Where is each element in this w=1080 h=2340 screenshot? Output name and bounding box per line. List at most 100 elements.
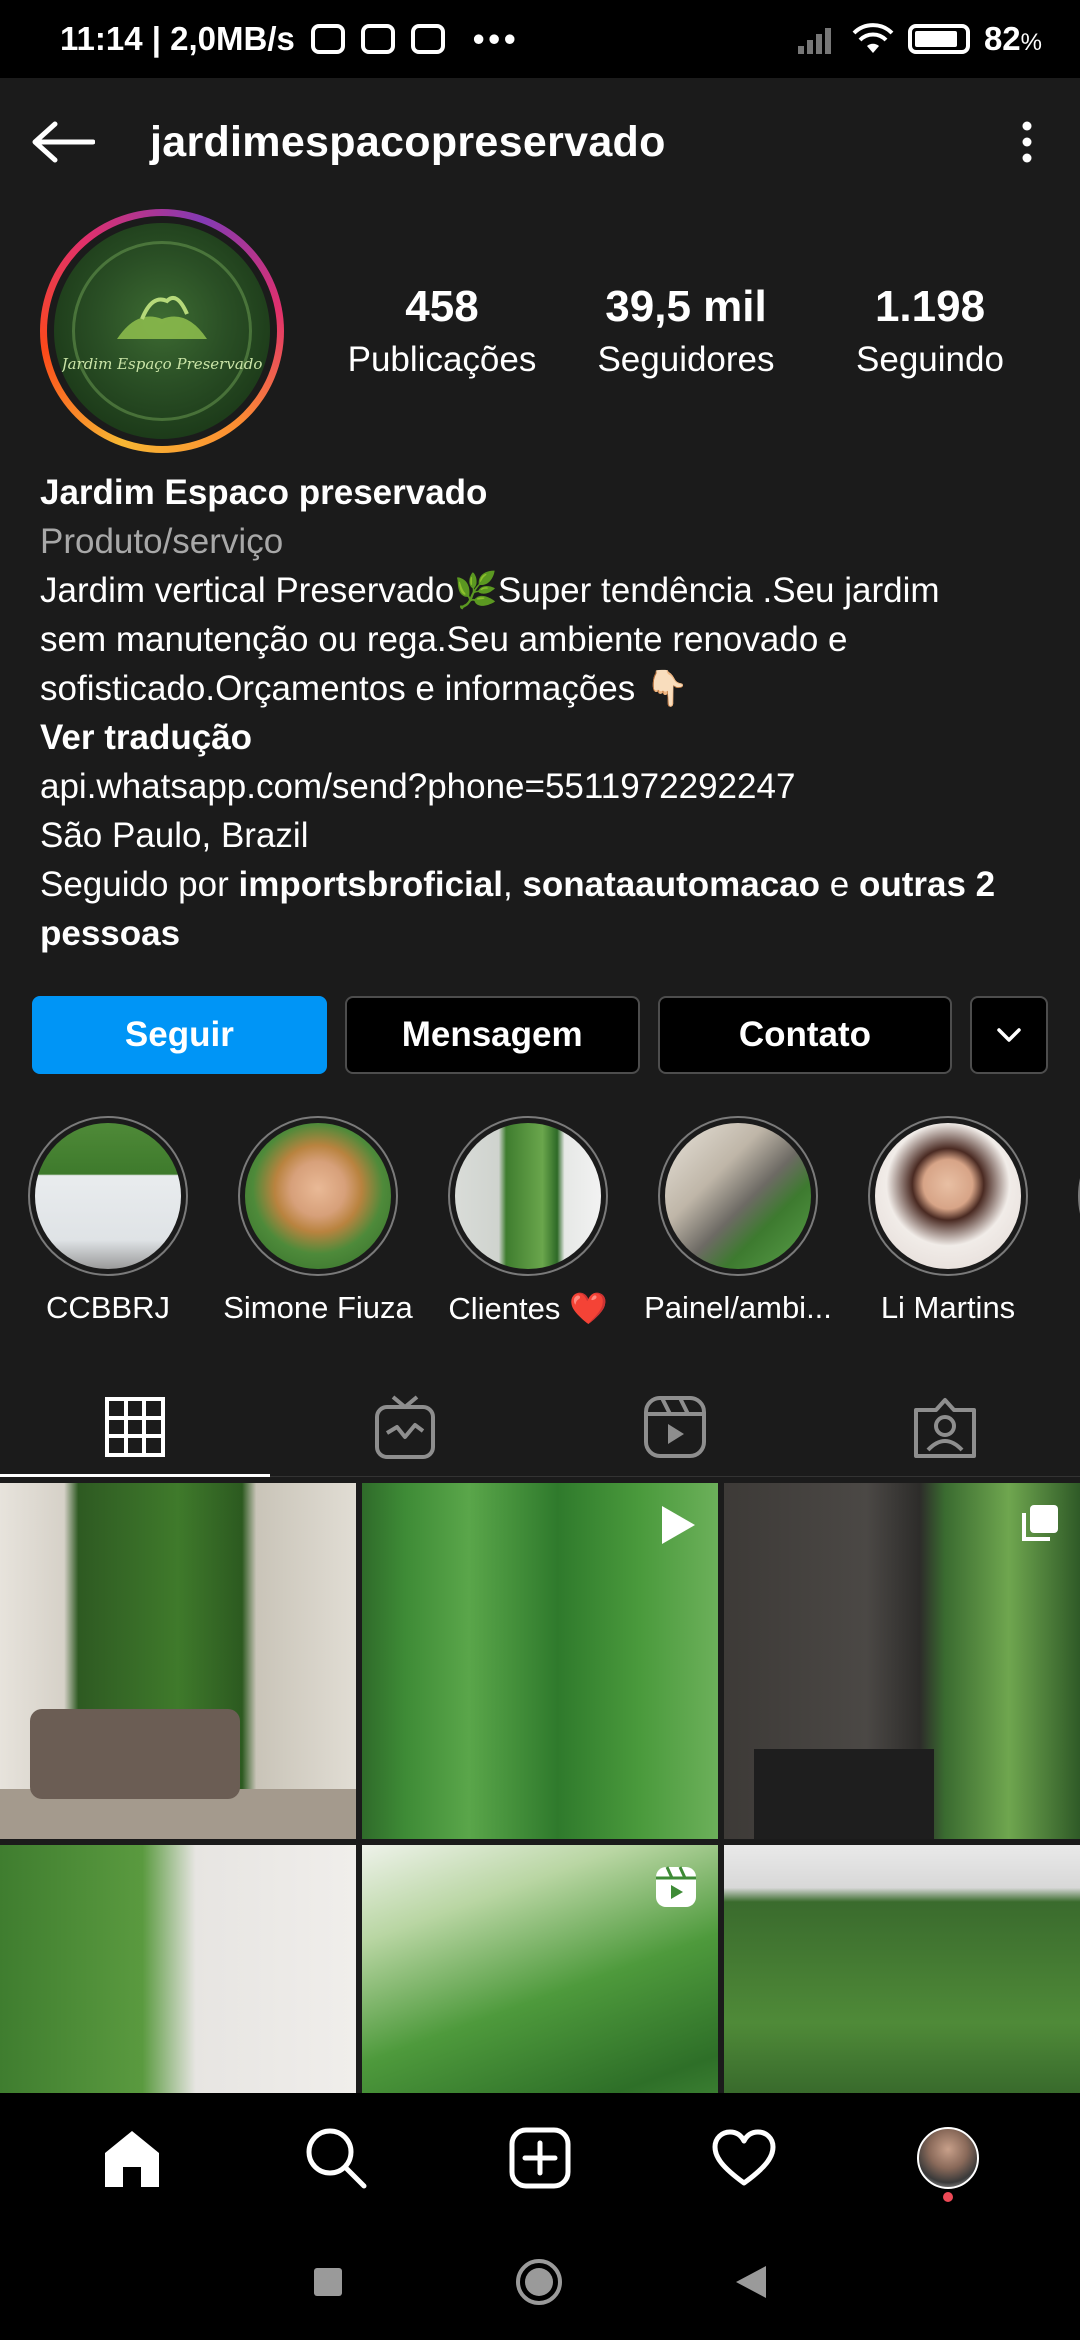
profile-stats: 458 Publicações 39,5 mil Seguidores 1.19…: [320, 282, 1052, 380]
highlight-label: Painel/ambi...: [644, 1290, 832, 1325]
chevron-down-icon: [997, 1028, 1021, 1042]
post-thumbnail[interactable]: [362, 1845, 718, 2093]
profile-screen: jardimespacopreservado Jardim Espaço Pre…: [0, 78, 1080, 2093]
bio-line: sofisticado.Orçamentos e informações 👇🏻: [40, 669, 689, 708]
profile-display-name: Jardim Espaco preservado: [40, 473, 488, 512]
tab-igtv[interactable]: [270, 1377, 540, 1476]
profile-location: São Paulo, Brazil: [40, 816, 309, 855]
status-right: 82%: [797, 20, 1042, 58]
signal-icon: [797, 28, 831, 54]
nav-search[interactable]: [286, 2108, 386, 2208]
avatar-logo-text: Jardim Espaço Preservado: [61, 355, 263, 373]
bio-line: Jardim vertical Preservado🌿Super tendênc…: [40, 571, 940, 610]
profile-tabs: [0, 1377, 1080, 1477]
followers-stat[interactable]: 39,5 mil Seguidores: [564, 282, 808, 380]
highlight-cover: [35, 1123, 181, 1269]
vr-icon: [360, 24, 395, 54]
back-button[interactable]: [28, 107, 98, 177]
profile-actions: Seguir Mensagem Contato: [0, 996, 1080, 1074]
tab-tagged[interactable]: [810, 1377, 1080, 1476]
posts-count: 458: [405, 282, 479, 331]
contact-button[interactable]: Contato: [657, 996, 953, 1074]
nav-home[interactable]: [82, 2108, 182, 2208]
tagged-icon: [914, 1397, 976, 1458]
highlight-item[interactable]: Painel/ambi...: [644, 1116, 832, 1327]
profile-avatar-small: [917, 2127, 979, 2189]
heart-icon: [712, 2129, 776, 2186]
highlight-label: CCBBRJ: [45, 1290, 170, 1325]
nav-activity[interactable]: [694, 2108, 794, 2208]
igtv-icon: [375, 1394, 435, 1459]
profile-username: jardimespacopreservado: [150, 117, 666, 166]
profile-header: Jardim Espaço Preservado 458 Publicações…: [0, 206, 1080, 456]
highlight-item[interactable]: Li Martins: [868, 1116, 1028, 1327]
highlight-item[interactable]: Simone Fiuza: [223, 1116, 413, 1327]
battery-icon: [907, 24, 970, 54]
highlight-item[interactable]: CCBBRJ: [28, 1116, 188, 1327]
reels-icon: [656, 1866, 696, 1907]
nav-profile[interactable]: [898, 2108, 998, 2208]
highlight-cover: [665, 1123, 811, 1269]
notification-dot: [943, 2192, 953, 2202]
mail-icon: [310, 24, 345, 54]
posts-label: Publicações: [347, 340, 537, 379]
profile-avatar[interactable]: Jardim Espaço Preservado: [40, 209, 284, 453]
reels-icon: [644, 1395, 706, 1458]
profile-bio: Jardim Espaco preservado Produto/serviço…: [0, 456, 1080, 958]
post-thumbnail[interactable]: [0, 1483, 356, 1839]
more-notifications-icon: •••: [472, 20, 520, 57]
status-bar: 11:14 | 2,0MB/s ••• 82%: [0, 0, 1080, 78]
arrow-left-icon: [32, 121, 95, 163]
post-thumbnail[interactable]: [724, 1483, 1080, 1839]
highlight-label: Li Martins: [880, 1290, 1016, 1325]
see-translation-link[interactable]: Ver tradução: [40, 713, 1040, 762]
following-label: Seguindo: [856, 340, 1004, 379]
post-thumbnail[interactable]: [724, 1845, 1080, 2093]
avatar-image: Jardim Espaço Preservado: [54, 223, 270, 439]
bottom-navigation: [0, 2093, 1080, 2223]
website-link[interactable]: api.whatsapp.com/send?phone=551197229224…: [40, 762, 1040, 811]
message-button[interactable]: Mensagem: [344, 996, 640, 1074]
highlight-cover: [245, 1123, 391, 1269]
posts-stat: 458 Publicações: [320, 282, 564, 380]
followers-label: Seguidores: [597, 340, 775, 379]
highlight-label: Clientes ❤️: [448, 1291, 608, 1326]
profile-category: Produto/serviço: [40, 522, 284, 561]
highlight-item[interactable]: Clientes ❤️: [448, 1116, 608, 1327]
highlight-label: Simone Fiuza: [223, 1290, 413, 1325]
teams-icon: [410, 24, 445, 54]
home-button-icon[interactable]: [514, 2257, 564, 2307]
search-icon: [306, 2128, 367, 2189]
video-play-icon: [662, 1506, 695, 1544]
tab-grid[interactable]: [0, 1377, 270, 1477]
tab-reels[interactable]: [540, 1377, 810, 1476]
following-count: 1.198: [874, 282, 986, 331]
following-stat[interactable]: 1.198 Seguindo: [808, 282, 1052, 380]
battery-level: 82%: [983, 20, 1042, 57]
nav-create[interactable]: [490, 2108, 590, 2208]
more-options-button[interactable]: [1002, 107, 1052, 177]
followers-count: 39,5 mil: [605, 282, 767, 331]
post-thumbnail[interactable]: [0, 1845, 356, 2093]
highlight-cover: [875, 1123, 1021, 1269]
posts-grid: [0, 1483, 1080, 2093]
status-time-speed: 11:14 | 2,0MB/s: [60, 20, 295, 57]
more-vertical-icon: [1022, 121, 1032, 163]
recent-apps-icon[interactable]: [312, 2266, 344, 2298]
system-navigation: [0, 2223, 1080, 2340]
add-post-icon: [509, 2127, 571, 2189]
story-highlights: CCBBRJ Simone Fiuza Clientes ❤️ Painel/a…: [0, 1116, 1080, 1327]
follower-username: importsbroficial: [238, 865, 503, 904]
followed-by[interactable]: Seguido por importsbroficial, sonataauto…: [40, 860, 1040, 958]
back-triangle-icon[interactable]: [734, 2264, 768, 2300]
profile-topbar: jardimespacopreservado: [0, 78, 1080, 206]
highlight-cover: [455, 1123, 601, 1269]
follow-button[interactable]: Seguir: [32, 996, 327, 1074]
leaf-logo-icon: [117, 296, 207, 339]
bio-line: sem manutenção ou rega.Seu ambiente reno…: [40, 620, 848, 659]
suggested-dropdown-button[interactable]: [970, 996, 1049, 1074]
follower-username: sonataautomacao: [522, 865, 821, 904]
post-thumbnail[interactable]: [362, 1483, 718, 1839]
grid-icon: [105, 1396, 165, 1457]
status-left: 11:14 | 2,0MB/s •••: [60, 20, 520, 58]
